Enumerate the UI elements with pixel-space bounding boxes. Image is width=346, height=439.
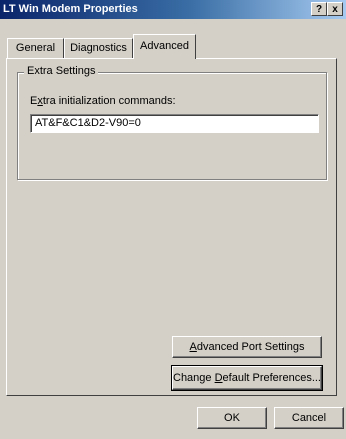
- extra-init-commands-input[interactable]: AT&F&C1&D2-V90=0: [30, 114, 319, 133]
- extra-init-label: Extra initialization commands:: [30, 95, 176, 107]
- help-button[interactable]: ?: [311, 2, 327, 16]
- cancel-button[interactable]: Cancel: [274, 407, 344, 429]
- window-title: LT Win Modem Properties: [3, 3, 138, 15]
- advanced-port-settings-button[interactable]: Advanced Port Settings: [172, 336, 322, 358]
- title-bar: LT Win Modem Properties ? x: [0, 0, 346, 19]
- close-button[interactable]: x: [327, 2, 343, 16]
- change-default-preferences-button[interactable]: Change Default Preferences...: [172, 366, 322, 390]
- tab-diagnostics[interactable]: Diagnostics: [64, 38, 133, 58]
- extra-settings-title: Extra Settings: [24, 65, 99, 77]
- tab-general[interactable]: General: [7, 38, 64, 58]
- tab-advanced[interactable]: Advanced: [133, 34, 196, 59]
- ok-button[interactable]: OK: [197, 407, 267, 429]
